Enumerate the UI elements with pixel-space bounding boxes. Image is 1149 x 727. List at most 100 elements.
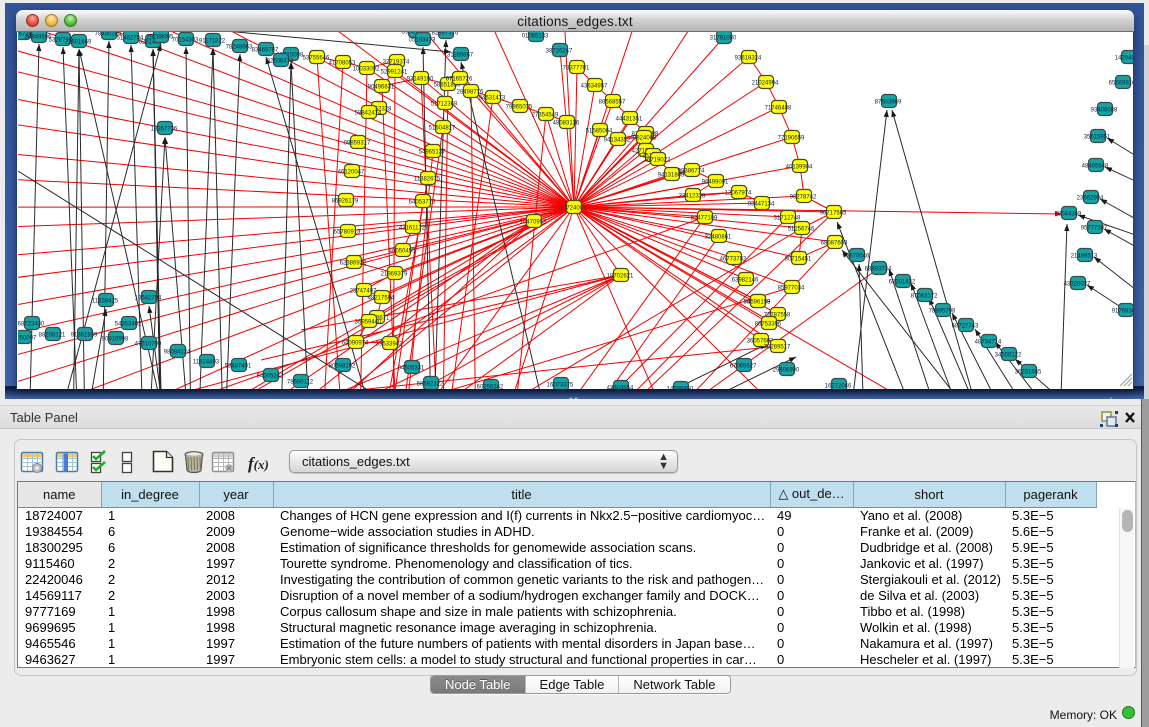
svg-text:63201632: 63201632 bbox=[889, 280, 916, 286]
svg-text:48217594: 48217594 bbox=[368, 296, 395, 302]
svg-text:09859317: 09859317 bbox=[344, 141, 371, 147]
svg-text:64005242: 64005242 bbox=[257, 374, 284, 380]
svg-text:94134352: 94134352 bbox=[604, 138, 631, 144]
svg-text:43634957: 43634957 bbox=[581, 84, 608, 90]
svg-text:04505331: 04505331 bbox=[398, 366, 425, 372]
svg-text:21489513: 21489513 bbox=[1071, 254, 1098, 260]
svg-text:03447134: 03447134 bbox=[748, 202, 775, 208]
svg-text:88568557: 88568557 bbox=[599, 100, 626, 106]
svg-text:68893734: 68893734 bbox=[865, 267, 892, 273]
svg-text:65780913: 65780913 bbox=[334, 230, 361, 236]
svg-text:18724007: 18724007 bbox=[560, 206, 587, 212]
svg-text:12067974: 12067974 bbox=[725, 191, 752, 197]
svg-text:70154303: 70154303 bbox=[172, 38, 199, 44]
svg-text:32480861: 32480861 bbox=[705, 235, 732, 241]
svg-text:13542784: 13542784 bbox=[135, 296, 162, 302]
svg-text:77190659: 77190659 bbox=[778, 136, 805, 142]
svg-text:67065627: 67065627 bbox=[730, 364, 757, 370]
svg-text:78680112: 78680112 bbox=[287, 380, 314, 386]
svg-text:58842474: 58842474 bbox=[355, 111, 382, 117]
svg-text:11838425: 11838425 bbox=[92, 299, 119, 305]
svg-text:51585064: 51585064 bbox=[586, 129, 613, 135]
svg-text:68044369: 68044369 bbox=[1055, 212, 1082, 218]
svg-text:78895798: 78895798 bbox=[929, 309, 956, 315]
svg-text:80715451: 80715451 bbox=[785, 257, 812, 263]
svg-text:16073375: 16073375 bbox=[547, 383, 574, 389]
svg-text:53487401: 53487401 bbox=[225, 364, 252, 370]
svg-text:90916998: 90916998 bbox=[102, 337, 129, 343]
svg-text:90278742: 90278742 bbox=[790, 195, 817, 201]
svg-text:16272046: 16272046 bbox=[825, 384, 852, 390]
svg-text:85977034: 85977034 bbox=[778, 286, 805, 292]
svg-text:90496631: 90496631 bbox=[368, 85, 395, 91]
svg-text:18702621: 18702621 bbox=[607, 274, 634, 280]
svg-text:91769367: 91769367 bbox=[1112, 309, 1134, 315]
svg-text:39533942: 39533942 bbox=[376, 342, 403, 348]
svg-text:35615951: 35615951 bbox=[1084, 135, 1111, 141]
svg-text:98084124: 98084124 bbox=[164, 350, 191, 356]
svg-text:86926179: 86926179 bbox=[332, 199, 359, 205]
svg-text:f(x): f(x) bbox=[248, 454, 269, 473]
svg-text:82997376: 82997376 bbox=[432, 32, 459, 37]
svg-text:51712368: 51712368 bbox=[431, 102, 458, 108]
svg-text:48083136: 48083136 bbox=[553, 121, 580, 127]
svg-text:99386774: 99386774 bbox=[678, 169, 705, 175]
svg-text:64090974: 64090974 bbox=[342, 341, 369, 347]
svg-text:10033092: 10033092 bbox=[353, 67, 380, 73]
svg-text:36231665: 36231665 bbox=[1015, 370, 1042, 376]
svg-text:40139904: 40139904 bbox=[786, 165, 813, 171]
svg-text:48734714: 48734714 bbox=[975, 340, 1002, 346]
svg-text:22691669: 22691669 bbox=[65, 40, 92, 46]
svg-text:09670546: 09670546 bbox=[843, 254, 870, 260]
svg-text:01065133: 01065133 bbox=[522, 34, 549, 40]
svg-text:40824008: 40824008 bbox=[630, 136, 657, 142]
svg-text:51604817: 51604817 bbox=[429, 126, 456, 132]
svg-text:11382675: 11382675 bbox=[414, 177, 441, 183]
svg-text:82477109: 82477109 bbox=[691, 216, 718, 222]
svg-text:80598262: 80598262 bbox=[329, 364, 356, 370]
svg-text:64053773: 64053773 bbox=[409, 200, 436, 206]
svg-text:05183473: 05183473 bbox=[409, 38, 436, 44]
svg-text:93406088: 93406088 bbox=[1091, 108, 1118, 114]
svg-text:21024994: 21024994 bbox=[752, 81, 779, 87]
svg-text:60256342: 60256342 bbox=[477, 385, 504, 390]
svg-text:46773782: 46773782 bbox=[720, 257, 747, 263]
svg-text:29806990: 29806990 bbox=[773, 368, 800, 374]
svg-text:65569816: 65569816 bbox=[1109, 81, 1134, 87]
svg-text:16719022: 16719022 bbox=[644, 158, 671, 164]
svg-text:33412328: 33412328 bbox=[679, 194, 706, 200]
svg-text:25288095: 25288095 bbox=[147, 35, 174, 41]
svg-text:31781080: 31781080 bbox=[710, 36, 737, 42]
svg-text:10470952: 10470952 bbox=[520, 220, 547, 226]
svg-text:63982146: 63982146 bbox=[732, 278, 759, 284]
svg-text:38726247: 38726247 bbox=[546, 49, 573, 55]
svg-text:31712748: 31712748 bbox=[774, 216, 801, 222]
svg-text:43161172: 43161172 bbox=[399, 226, 426, 232]
svg-text:71746488: 71746488 bbox=[765, 106, 792, 112]
svg-text:31165667: 31165667 bbox=[447, 53, 474, 59]
svg-text:36959440: 36959440 bbox=[355, 320, 382, 326]
svg-text:86753396: 86753396 bbox=[755, 322, 782, 328]
svg-text:79965075: 79965075 bbox=[506, 105, 533, 111]
svg-text:96499091: 96499091 bbox=[702, 180, 729, 186]
svg-text:23662994: 23662994 bbox=[1077, 196, 1104, 202]
svg-text:02606474: 02606474 bbox=[267, 59, 294, 65]
svg-text:21969379: 21969379 bbox=[381, 272, 408, 278]
svg-text:46120047: 46120047 bbox=[338, 170, 365, 176]
svg-text:58692322: 58692322 bbox=[417, 382, 444, 388]
svg-text:87083172: 87083172 bbox=[911, 294, 938, 300]
svg-text:68723430: 68723430 bbox=[18, 322, 45, 328]
svg-text:13267736: 13267736 bbox=[151, 127, 178, 133]
svg-text:78377701: 78377701 bbox=[563, 66, 590, 72]
svg-text:93618324: 93618324 bbox=[735, 56, 762, 62]
svg-text:67165726: 67165726 bbox=[446, 77, 473, 83]
svg-text:47510799: 47510799 bbox=[135, 342, 162, 348]
svg-text:52991241: 52991241 bbox=[381, 70, 408, 76]
svg-text:68727743: 68727743 bbox=[952, 324, 979, 330]
svg-text:40050455: 40050455 bbox=[389, 249, 416, 255]
svg-text:88208121: 88208121 bbox=[39, 333, 66, 339]
svg-text:91171822: 91171822 bbox=[199, 39, 226, 45]
svg-text:54353462: 54353462 bbox=[115, 322, 142, 328]
svg-text:23747407: 23747407 bbox=[350, 289, 377, 295]
svg-text:93149190: 93149190 bbox=[407, 77, 434, 83]
